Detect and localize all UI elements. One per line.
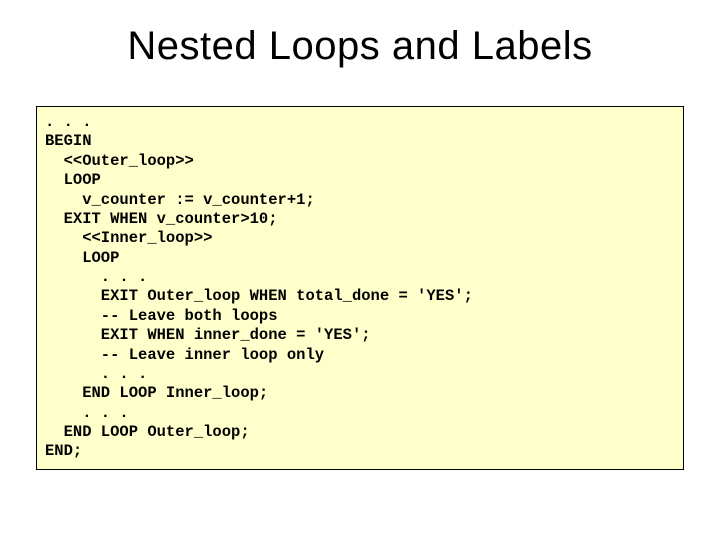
slide: Nested Loops and Labels . . . BEGIN <<Ou… (0, 0, 720, 540)
code-box: . . . BEGIN <<Outer_loop>> LOOP v_counte… (36, 106, 684, 470)
slide-title: Nested Loops and Labels (0, 24, 720, 69)
code-content: . . . BEGIN <<Outer_loop>> LOOP v_counte… (45, 113, 675, 462)
